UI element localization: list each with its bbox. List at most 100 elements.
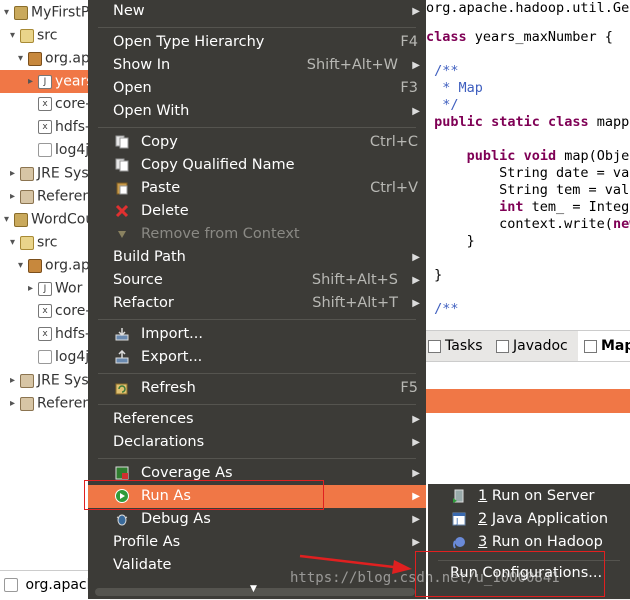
collapsed-twisty-icon[interactable]: ▸ <box>10 392 20 415</box>
submenu-arrow-icon: ▶ <box>412 275 420 286</box>
menu-item-references[interactable]: References ▶ <box>88 408 426 431</box>
tree-item[interactable]: ▾ MyFirstP <box>4 1 89 24</box>
chevron-down-icon: ▼ <box>250 584 257 594</box>
tree-item[interactable]: ▾ WordCou <box>4 208 94 231</box>
server-icon <box>453 489 464 503</box>
tree-item-label: Wor <box>55 280 83 297</box>
menu-scroll-down-button[interactable]: ▼ <box>95 584 415 596</box>
menu-item-label: Debug As <box>141 511 211 527</box>
tree-item[interactable]: ▾ src <box>10 231 57 254</box>
expanded-twisty-icon[interactable]: ▾ <box>10 231 20 254</box>
javadoc-icon <box>496 339 509 353</box>
submenu-item-run-on-server[interactable]: 1 Run on Server <box>428 485 630 508</box>
tree-item[interactable]: ▸ JRE Sys <box>10 369 89 392</box>
code-line: String tem = valu <box>426 182 630 198</box>
shortcut: Shift+Alt+T <box>312 295 398 311</box>
collapsed-twisty-icon[interactable]: ▸ <box>10 162 20 185</box>
collapsed-twisty-icon[interactable]: ▸ <box>10 369 20 392</box>
expanded-twisty-icon[interactable]: ▾ <box>18 254 28 277</box>
java-icon: J <box>38 281 52 296</box>
tree-item[interactable]: x hdfs-s <box>28 116 97 139</box>
tree-item[interactable]: ▸ J Wor <box>28 277 82 300</box>
expanded-twisty-icon[interactable]: ▾ <box>4 1 14 24</box>
tree-item[interactable]: x hdfs-s <box>28 323 97 346</box>
paste-icon <box>116 182 128 195</box>
menu-item-export[interactable]: Export... <box>88 346 426 369</box>
submenu-arrow-icon: ▶ <box>412 414 420 425</box>
menu-item-import[interactable]: Import... <box>88 323 426 346</box>
submenu-arrow-icon: ▶ <box>412 514 420 525</box>
menu-item-copy-qualified-name[interactable]: Copy Qualified Name <box>88 154 426 177</box>
menu-item-open-with[interactable]: Open With ▶ <box>88 100 426 123</box>
copy-icon <box>115 135 129 149</box>
tree-item-label: Referen <box>37 395 92 412</box>
tab-map[interactable]: Map/ <box>578 331 630 361</box>
tree-item[interactable]: ▸ Referen <box>10 392 91 415</box>
tree-item-label: src <box>37 27 58 44</box>
submenu-arrow-icon: ▶ <box>412 252 420 263</box>
expanded-twisty-icon[interactable]: ▾ <box>10 24 20 47</box>
code-line: public static class mappe <box>434 114 630 130</box>
mnemonic: 3 <box>478 534 488 550</box>
menu-item-source[interactable]: Source Shift+Alt+S ▶ <box>88 269 426 292</box>
tab-javadoc[interactable]: Javadoc <box>496 331 568 361</box>
tab-tasks[interactable]: Tasks <box>428 331 483 361</box>
shortcut: F3 <box>400 80 418 96</box>
selected-panel-row[interactable] <box>420 389 630 413</box>
shortcut: Shift+Alt+S <box>311 272 398 288</box>
submenu-arrow-icon: ▶ <box>412 437 420 448</box>
collapsed-twisty-icon[interactable]: ▸ <box>28 70 38 93</box>
menu-item-open[interactable]: Open F3 <box>88 77 426 100</box>
submenu-arrow-icon: ▶ <box>412 298 420 309</box>
menu-item-paste[interactable]: Paste Ctrl+V <box>88 177 426 200</box>
folder-icon <box>20 235 34 250</box>
collapsed-twisty-icon[interactable]: ▸ <box>10 185 20 208</box>
menu-item-refresh[interactable]: Refresh F5 <box>88 377 426 400</box>
menu-item-label: Import... <box>141 326 203 342</box>
xml-icon: x <box>38 327 52 341</box>
menu-item-delete[interactable]: Delete <box>88 200 426 223</box>
tree-item[interactable]: ▾ org.ap <box>18 254 90 277</box>
code-editor[interactable]: org.apache.hadoop.util.Gen class years_ma… <box>420 0 630 330</box>
tree-item-label: JRE Sys <box>37 165 89 182</box>
menu-item-copy[interactable]: Copy Ctrl+C <box>88 131 426 154</box>
tree-item[interactable]: ▾ src <box>10 24 57 47</box>
tree-item-label: org.ap <box>45 50 90 67</box>
menu-item-show-in[interactable]: Show In Shift+Alt+W ▶ <box>88 54 426 77</box>
submenu-item-java-application[interactable]: J 2 Java Application <box>428 508 630 531</box>
java-icon: J <box>38 74 52 89</box>
tree-item[interactable]: ▸ Referen <box>10 185 91 208</box>
lib-icon <box>20 189 34 204</box>
collapsed-twisty-icon[interactable]: ▸ <box>28 277 38 300</box>
menu-item-label: Open <box>113 80 152 96</box>
tree-item-label: Referen <box>37 188 92 205</box>
menu-item-remove-from-context[interactable]: Remove from Context <box>88 223 426 246</box>
file-icon <box>4 578 18 592</box>
tree-item[interactable]: ▾ org.ap <box>18 47 90 70</box>
code-line: org.apache.hadoop.util.Gen <box>426 0 630 16</box>
menu-item-label: Delete <box>141 203 189 219</box>
menu-item-label: Open With <box>113 103 190 119</box>
expanded-twisty-icon[interactable]: ▾ <box>4 208 14 231</box>
menu-item-declarations[interactable]: Declarations ▶ <box>88 431 426 454</box>
file-icon <box>38 143 52 157</box>
menu-item-open-type-hierarchy[interactable]: Open Type Hierarchy F4 <box>88 31 426 54</box>
tree-item[interactable]: ▸ JRE Sys <box>10 162 89 185</box>
import-icon <box>115 328 129 341</box>
menu-item-label: Source <box>113 272 163 288</box>
menu-item-new[interactable]: New ▶ <box>88 0 426 23</box>
proj-icon <box>14 5 28 20</box>
menu-item-label: Show In <box>113 57 171 73</box>
expanded-twisty-icon[interactable]: ▾ <box>18 47 28 70</box>
code-line: public void map(Objec <box>466 148 630 164</box>
submenu-item-label: Run on Server <box>487 488 595 504</box>
code-line: context.write(new <box>426 216 630 232</box>
code-line: * Map <box>426 80 483 96</box>
menu-item-label: Export... <box>141 349 203 365</box>
file-icon <box>38 350 52 364</box>
menu-separator <box>98 373 416 374</box>
menu-item-refactor[interactable]: Refactor Shift+Alt+T ▶ <box>88 292 426 315</box>
menu-separator <box>98 319 416 320</box>
menu-item-debug-as[interactable]: Debug As ▶ <box>88 508 426 531</box>
menu-item-build-path[interactable]: Build Path ▶ <box>88 246 426 269</box>
